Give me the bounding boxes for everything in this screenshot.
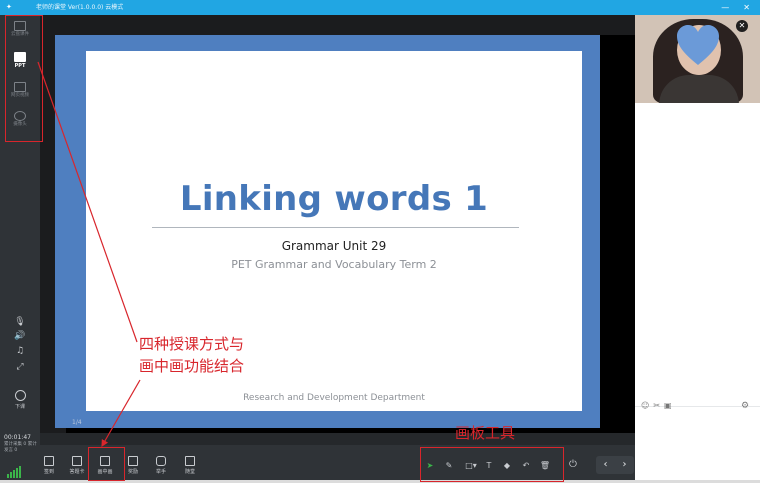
slide-subtitle: Grammar Unit 29: [281, 239, 387, 253]
pip-highlight: [88, 447, 125, 481]
window-controls: — ✕: [721, 0, 750, 15]
window-title: 老师的课堂 Ver(1.0.0.0) 云模式: [36, 4, 124, 11]
bottom-button-label: 签到: [43, 469, 54, 475]
previous-slide-icon[interactable]: ‹: [596, 456, 615, 474]
slide-footer: Research and Development Department: [243, 393, 425, 403]
board-tools-annotation: 画板工具: [455, 424, 516, 442]
hand-icon: [156, 456, 166, 466]
right-panel: ✕ ☺ ✂ ▣ ⚙: [635, 15, 760, 480]
microphone-icon[interactable]: 🎙: [12, 316, 28, 328]
bottom-button-label: 答题卡: [69, 469, 85, 475]
close-window-icon[interactable]: ✕: [743, 0, 750, 15]
quiz-icon: [185, 456, 195, 466]
end-class-button[interactable]: 下课: [6, 390, 34, 410]
class-stats: 累计采集 0 累计发言 0: [4, 442, 37, 453]
calendar-icon: [44, 456, 54, 466]
image-icon[interactable]: ▣: [664, 401, 672, 410]
fullscreen-icon[interactable]: ⤢: [12, 361, 28, 373]
board-tools-highlight: [420, 447, 564, 482]
reward-button[interactable]: 奖励: [122, 456, 144, 475]
bottom-button-label: 举手: [155, 469, 166, 475]
power-off-icon[interactable]: ⏻: [567, 459, 579, 471]
slide-divider: [152, 227, 519, 228]
toolbar-strip: [40, 433, 635, 445]
teaching-modes-highlight: [5, 15, 43, 142]
quiz-button[interactable]: 随堂: [179, 456, 201, 475]
slide-course-name: PET Grammar and Vocabulary Term 2: [231, 258, 437, 271]
speaker-icon[interactable]: 🔊: [12, 330, 28, 342]
slide-title: Linking words 1: [179, 179, 489, 219]
class-timer: 00:01:47: [4, 434, 31, 441]
close-video-icon[interactable]: ✕: [736, 20, 748, 32]
teacher-video: ✕: [635, 15, 760, 103]
bottom-button-label: 随堂: [184, 469, 195, 475]
slide-pager: ‹ ›: [596, 456, 634, 474]
chat-tools: ☺ ✂ ▣: [641, 401, 672, 410]
slide-page-indicator: 1/4: [72, 419, 82, 426]
app-logo-icon: ✦: [6, 3, 12, 11]
teaching-modes-annotation: 四种授课方式与 画中画功能结合: [139, 335, 245, 375]
scissors-icon[interactable]: ✂: [653, 401, 660, 410]
answer-card-button[interactable]: 答题卡: [66, 456, 88, 475]
signal-strength-icon: [7, 466, 21, 478]
next-slide-icon[interactable]: ›: [615, 456, 634, 474]
emoji-icon[interactable]: ☺: [641, 401, 649, 410]
heart-icon: [677, 25, 719, 65]
minimize-icon[interactable]: —: [721, 0, 729, 15]
power-icon: [14, 390, 26, 401]
end-class-label: 下课: [14, 404, 25, 410]
settings-gear-icon[interactable]: ⚙: [741, 401, 749, 411]
sign-in-button[interactable]: 签到: [38, 456, 60, 475]
bottom-button-label: 奖励: [127, 469, 138, 475]
title-bar: ✦ 老师的课堂 Ver(1.0.0.0) 云模式 — ✕: [0, 0, 760, 15]
raise-hand-button[interactable]: 举手: [150, 456, 172, 475]
card-icon: [72, 456, 82, 466]
reward-icon: [128, 456, 138, 466]
music-icon[interactable]: ♫: [12, 345, 28, 357]
